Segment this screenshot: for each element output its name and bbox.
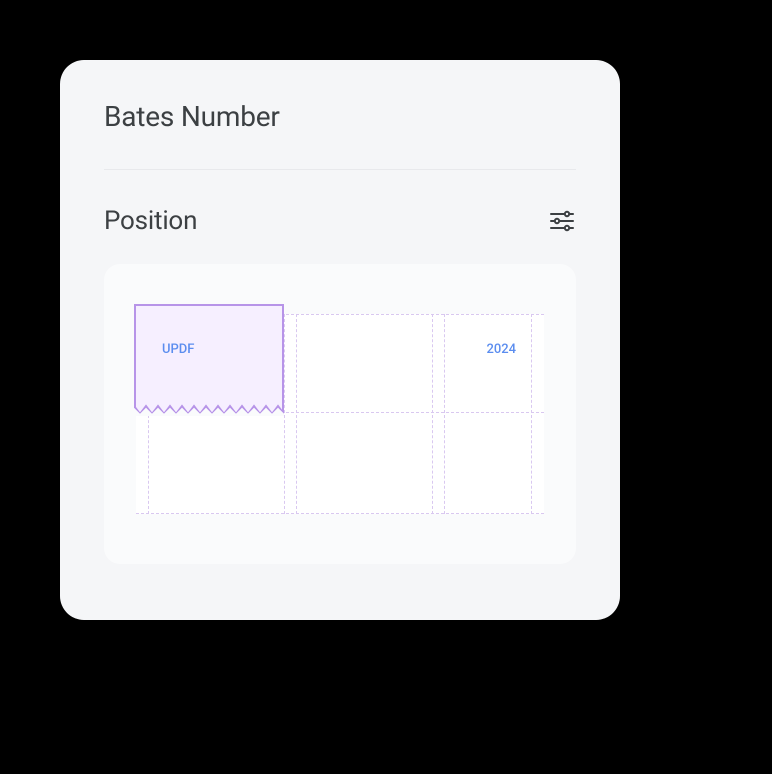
guide-vertical: [284, 314, 285, 514]
section-title: Position: [104, 206, 197, 236]
settings-icon[interactable]: [548, 207, 576, 235]
position-section-header: Position: [104, 206, 576, 236]
divider: [104, 169, 576, 170]
guide-horizontal: [136, 513, 544, 514]
bates-number-panel: Bates Number Position: [60, 60, 620, 620]
guide-vertical: [296, 314, 297, 514]
position-zone-top-left[interactable]: [134, 304, 284, 414]
guide-vertical: [531, 314, 532, 514]
preview-label-right: 2024: [486, 342, 516, 357]
guide-vertical: [444, 314, 445, 514]
panel-title: Bates Number: [104, 100, 576, 133]
page-mockup[interactable]: UPDF 2024: [136, 304, 544, 524]
position-preview: UPDF 2024: [104, 264, 576, 564]
preview-label-left: UPDF: [162, 342, 194, 357]
guide-vertical: [432, 314, 433, 514]
